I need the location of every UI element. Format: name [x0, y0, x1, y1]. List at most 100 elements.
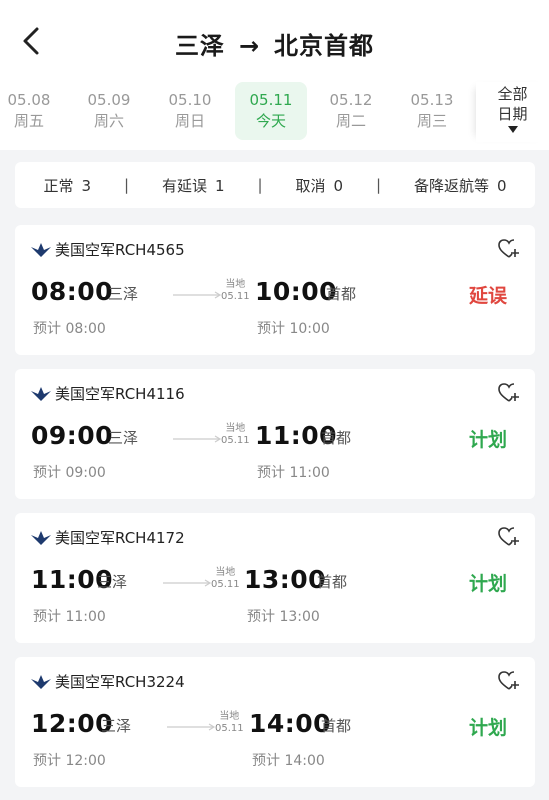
- arrow-right-icon: [163, 579, 212, 587]
- weekday-label: 周五: [13, 112, 44, 130]
- heart-plus-icon[interactable]: [497, 381, 521, 405]
- date-tab-0513[interactable]: 05.13 周三: [396, 82, 468, 140]
- planned-departure: 预计 09:00: [33, 465, 106, 481]
- date-selector: 05.08 周五 05.09 周六 05.10 周日 05.11 今天 05.1…: [0, 82, 549, 150]
- local-label: 当地: [219, 711, 240, 722]
- date-label: 05.08: [7, 91, 51, 109]
- planned-departure: 预计 11:00: [33, 609, 106, 625]
- planned-departure: 预计 08:00: [33, 321, 106, 337]
- weekday-label: 周二: [335, 112, 366, 130]
- all-dates-label-2: 日期: [497, 105, 528, 123]
- weekday-label: 今天: [255, 112, 286, 130]
- summary-normal[interactable]: 正常 3: [43, 175, 91, 196]
- airline-info: 美国空军 RCH4116: [31, 383, 185, 404]
- summary-count: 1: [214, 176, 225, 195]
- weekday-label: 周日: [174, 112, 205, 130]
- date-tab-0509[interactable]: 05.09 周六: [73, 82, 145, 140]
- status-badge: 延误: [468, 285, 507, 307]
- local-date: 当地 05.11: [221, 423, 250, 447]
- status-badge: 计划: [468, 429, 507, 451]
- arrival-city: 首都: [321, 717, 352, 735]
- planned-departure: 预计 12:00: [33, 753, 106, 769]
- planned-arrival: 预计 14:00: [252, 753, 325, 769]
- local-date-value: 05.11: [215, 723, 244, 734]
- arrival-time: 14:00: [249, 709, 332, 738]
- summary-separator: |: [257, 176, 263, 194]
- summary-count: 0: [496, 176, 507, 195]
- arrival-city: 首都: [321, 429, 352, 447]
- summary-separator: |: [123, 176, 130, 194]
- flight-card-rch4172[interactable]: 美国空军 RCH4172 11:00 三泽 当地 05.11 13:00 首都 预计…: [15, 513, 535, 643]
- flight-card-rch4565[interactable]: 美国空军 RCH4565 08:00 三泽 当地 05.11 10:00 首都 预计…: [15, 225, 535, 355]
- heart-plus-icon[interactable]: [497, 669, 521, 693]
- summary-separator: |: [375, 176, 382, 194]
- date-tab-today[interactable]: 05.11 今天: [235, 82, 307, 140]
- planned-arrival: 预计 10:00: [257, 321, 330, 337]
- departure-city: 三泽: [101, 717, 132, 735]
- airline-name: 美国空军: [55, 241, 116, 259]
- flight-number: RCH3224: [115, 672, 185, 691]
- summary-label: 备降返航等: [413, 176, 489, 195]
- airline-info: 美国空军 RCH4172: [31, 527, 185, 548]
- local-date-value: 05.11: [221, 435, 250, 446]
- summary-count: 0: [333, 176, 344, 195]
- date-tab-0510[interactable]: 05.10 周日: [154, 82, 226, 140]
- summary-label: 有延误: [161, 176, 207, 195]
- heart-plus-icon[interactable]: [497, 237, 521, 261]
- departure-city: 三泽: [108, 285, 139, 303]
- local-label: 当地: [225, 423, 246, 434]
- date-label: 05.13: [410, 91, 454, 109]
- airline-info: 美国空军 RCH3224: [31, 671, 185, 692]
- local-date: 当地 05.11: [215, 711, 244, 735]
- summary-delayed[interactable]: 有延误 1: [162, 175, 225, 196]
- departure-city: 三泽: [108, 429, 139, 447]
- usaf-wings-icon: [31, 674, 51, 689]
- arrow-right-icon: [173, 435, 222, 443]
- summary-diverted[interactable]: 备降返航等 0: [414, 175, 507, 196]
- arrow-right-icon: [173, 291, 222, 299]
- arrival-city: 首都: [317, 573, 348, 591]
- summary-count: 3: [81, 176, 92, 195]
- usaf-wings-icon: [31, 386, 51, 401]
- airline-info: 美国空军 RCH4565: [31, 239, 185, 260]
- status-summary: 正常 3 | 有延误 1 | 取消 0 | 备降返航等 0: [15, 162, 535, 208]
- airline-name: 美国空军: [55, 529, 116, 547]
- local-label: 当地: [215, 567, 236, 578]
- planned-arrival: 预计 13:00: [247, 609, 320, 625]
- date-label: 05.09: [87, 91, 131, 109]
- date-label: 05.11: [249, 91, 293, 109]
- local-date: 当地 05.11: [221, 279, 250, 303]
- summary-label: 取消: [295, 176, 326, 195]
- departure-city: 三泽: [97, 573, 128, 591]
- date-label: 05.12: [329, 91, 373, 109]
- planned-arrival: 预计 11:00: [257, 465, 330, 481]
- arrival-time: 10:00: [255, 277, 338, 306]
- date-tab-0512[interactable]: 05.12 周二: [315, 82, 387, 140]
- status-badge: 计划: [468, 573, 507, 595]
- summary-label: 正常: [43, 176, 74, 195]
- flight-card-rch4116[interactable]: 美国空军 RCH4116 09:00 三泽 当地 05.11 11:00 首都 预计…: [15, 369, 535, 499]
- flight-card-rch3224[interactable]: 美国空军 RCH3224 12:00 三泽 当地 05.11 14:00 首都 预计…: [15, 657, 535, 787]
- arrival-city: 首都: [326, 285, 357, 303]
- local-date: 当地 05.11: [211, 567, 240, 591]
- weekday-label: 周六: [93, 112, 124, 130]
- triangle-down-icon: [507, 126, 518, 133]
- summary-cancelled[interactable]: 取消 0: [295, 175, 343, 196]
- date-tab-0508[interactable]: 05.08 周五: [0, 82, 65, 140]
- airline-name: 美国空军: [55, 673, 116, 691]
- departure-time: 08:00: [31, 277, 114, 306]
- usaf-wings-icon: [31, 242, 51, 257]
- page-title: 三泽 → 北京首都: [0, 26, 549, 61]
- flight-number: RCH4172: [115, 528, 185, 547]
- header: 三泽 → 北京首都: [0, 0, 549, 82]
- local-label: 当地: [225, 279, 246, 290]
- date-label: 05.10: [168, 91, 212, 109]
- heart-plus-icon[interactable]: [497, 525, 521, 549]
- route-arrow: →: [238, 32, 261, 60]
- flight-number: RCH4116: [115, 384, 185, 403]
- usaf-wings-icon: [31, 530, 51, 545]
- departure-time: 09:00: [31, 421, 114, 450]
- local-date-value: 05.11: [221, 291, 250, 302]
- flight-number: RCH4565: [115, 240, 185, 259]
- all-dates-button[interactable]: 全部 日期: [476, 82, 549, 142]
